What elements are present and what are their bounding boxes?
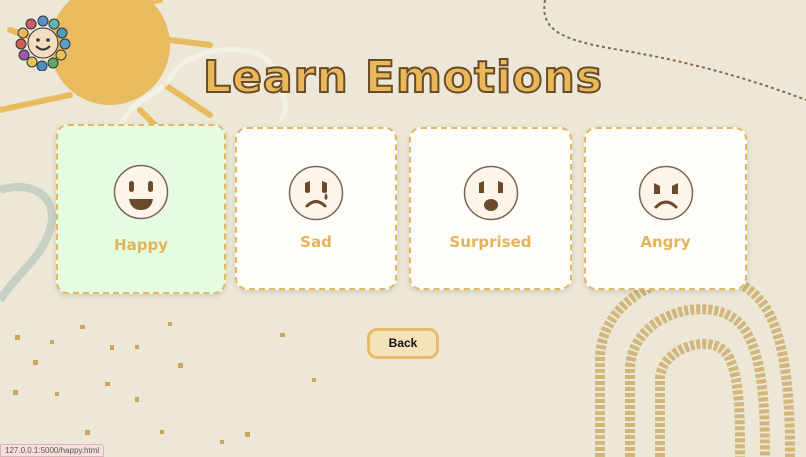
emotion-label: Happy [114,236,168,254]
emotion-card-sad[interactable]: Sad [235,127,397,290]
emotion-label: Surprised [449,233,532,251]
emotion-card-surprised[interactable]: Surprised [409,127,572,290]
emotion-label: Angry [640,233,691,251]
teal-swirl [0,182,56,303]
back-button[interactable]: Back [367,328,439,359]
emotion-card-angry[interactable]: Angry [584,127,747,290]
happy-face-icon [113,164,169,220]
page-title: Learn Emotions [202,51,603,104]
emotion-label: Sad [300,233,332,251]
gold-arches [595,270,795,457]
angry-face-icon [638,165,693,221]
surprised-face-icon [463,165,518,221]
emotion-card-happy[interactable]: Happy [56,124,226,294]
gold-confetti [13,322,316,444]
sad-face-icon [288,165,344,221]
status-bar-url: 127.0.0.1:5000/happy.html [0,444,105,457]
